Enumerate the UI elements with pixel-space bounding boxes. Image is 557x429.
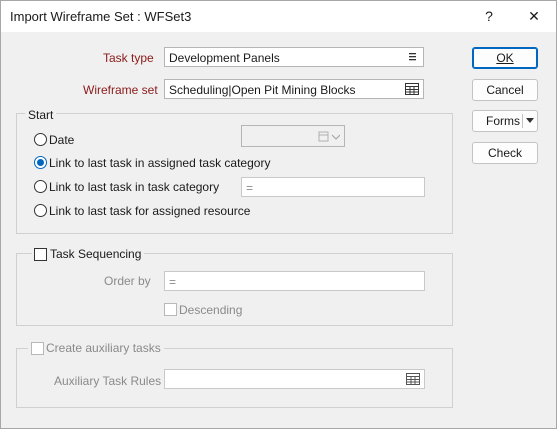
auxiliary-rules-label: Auxiliary Task Rules: [54, 374, 162, 388]
create-auxiliary-checkbox[interactable]: [31, 342, 44, 355]
calendar-dropdown-icon[interactable]: [318, 131, 340, 143]
link-resource-label: Link to last task for assigned resource: [49, 204, 251, 218]
table-icon[interactable]: [405, 372, 421, 386]
task-type-field[interactable]: Development Panels: [164, 47, 424, 67]
sequencing-group-title: Task Sequencing: [32, 247, 145, 261]
link-category-label: Link to last task in task category: [49, 180, 220, 194]
order-by-label: Order by: [104, 274, 151, 288]
link-category-value: =: [246, 181, 254, 195]
forms-divider: [522, 114, 523, 128]
dialog-body: Task type Development Panels Wireframe s…: [1, 32, 556, 428]
auxiliary-group-title: Create auxiliary tasks: [28, 341, 164, 355]
start-group-title: Start: [25, 108, 57, 122]
table-icon[interactable]: [404, 82, 420, 96]
ok-label: OK: [496, 51, 514, 65]
auxiliary-rules-field[interactable]: [164, 369, 425, 389]
date-radio[interactable]: [34, 133, 47, 146]
cancel-button[interactable]: Cancel: [472, 79, 538, 101]
ok-button[interactable]: OK: [472, 47, 538, 69]
wireframe-set-label: Wireframe set: [83, 83, 158, 97]
check-button[interactable]: Check: [472, 142, 538, 164]
descending-label: Descending: [179, 303, 243, 317]
wireframe-set-value: Scheduling|Open Pit Mining Blocks: [169, 83, 356, 97]
link-category-field[interactable]: =: [241, 177, 425, 197]
order-by-field[interactable]: =: [164, 271, 425, 291]
task-type-label: Task type: [103, 51, 154, 65]
descending-checkbox[interactable]: [164, 303, 177, 316]
help-button[interactable]: ?: [469, 1, 509, 32]
order-by-value: =: [169, 275, 177, 289]
link-resource-radio[interactable]: [34, 204, 47, 217]
wireframe-set-field[interactable]: Scheduling|Open Pit Mining Blocks: [164, 79, 424, 99]
list-icon[interactable]: [404, 50, 420, 64]
date-picker[interactable]: [241, 125, 345, 147]
forms-label: Forms: [486, 114, 520, 128]
chevron-down-icon[interactable]: [526, 118, 534, 124]
cancel-label: Cancel: [486, 83, 524, 97]
link-assigned-category-radio[interactable]: [34, 156, 47, 169]
task-type-value: Development Panels: [169, 51, 280, 65]
window-title: Import Wireframe Set : WFSet3: [10, 9, 192, 24]
title-bar: Import Wireframe Set : WFSet3 ? ✕: [1, 1, 556, 32]
close-button[interactable]: ✕: [514, 1, 554, 32]
import-wireframe-dialog: Import Wireframe Set : WFSet3 ? ✕ Task t…: [0, 0, 557, 429]
task-sequencing-checkbox[interactable]: [34, 248, 47, 261]
link-assigned-category-label: Link to last task in assigned task categ…: [49, 156, 271, 170]
link-category-radio[interactable]: [34, 180, 47, 193]
date-label: Date: [49, 133, 75, 147]
forms-button[interactable]: Forms: [472, 110, 538, 132]
check-label: Check: [487, 146, 522, 160]
